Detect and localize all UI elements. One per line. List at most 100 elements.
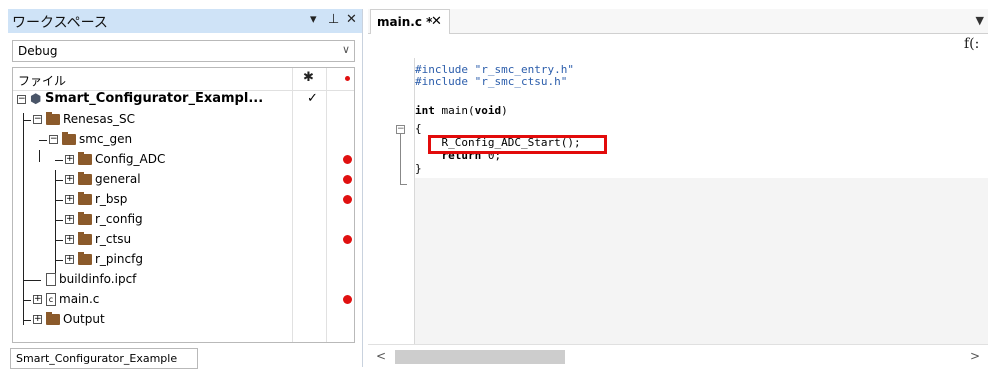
c-file-icon: c [46, 293, 56, 306]
gear-icon[interactable]: ✱ [303, 70, 314, 85]
scroll-left-icon[interactable]: < [376, 349, 386, 363]
editor-empty-area[interactable] [415, 178, 988, 358]
configuration-select[interactable]: Debug ∨ [12, 40, 355, 62]
expand-icon[interactable]: + [65, 175, 74, 184]
tree-row-main-c[interactable]: + c main.c [13, 290, 354, 310]
scroll-right-icon[interactable]: > [970, 349, 980, 363]
chevron-down-icon: ∨ [341, 43, 350, 56]
expand-icon[interactable]: + [33, 295, 42, 304]
workspace-bottom-tab[interactable]: Smart_Configurator_Example [10, 348, 198, 369]
file-icon [46, 273, 56, 286]
collapse-icon[interactable]: − [33, 115, 42, 124]
dropdown-arrow-icon[interactable]: ▼ [976, 14, 984, 27]
workspace-title-bar: ワークスペース ▾ ⊥ ✕ [8, 9, 362, 33]
project-icon: ⬢ [30, 92, 42, 107]
tree-line [55, 160, 63, 161]
workspace-pane: ワークスペース ▾ ⊥ ✕ Debug ∨ ファイル ✱ − ⬢ Smart_C… [8, 9, 363, 369]
tree-line [55, 200, 63, 201]
tree-line [23, 320, 31, 321]
code-line-4: int main(void) [415, 104, 508, 117]
code-line-2: #include "r_smc_ctsu.h" [415, 75, 568, 88]
status-dot-icon [343, 155, 352, 164]
tree-row-general[interactable]: + general [13, 170, 354, 190]
tree-label: r_config [95, 212, 143, 226]
tree-label: r_bsp [95, 192, 128, 206]
status-dot-icon [345, 76, 350, 81]
expand-icon[interactable]: + [65, 235, 74, 244]
configuration-value: Debug [18, 44, 58, 58]
dropdown-arrow-icon[interactable]: ▾ [310, 12, 317, 27]
tree-label: smc_gen [79, 132, 133, 146]
tree-line [55, 180, 63, 181]
folder-icon [78, 232, 92, 245]
tree-row-config-adc[interactable]: + Config_ADC [13, 150, 354, 170]
tree-row-output[interactable]: + Output [13, 310, 354, 330]
tab-label: main.c * [377, 15, 433, 29]
pin-icon[interactable]: ⊥ [328, 12, 339, 27]
fold-toggle-icon[interactable]: − [396, 125, 405, 134]
folder-icon [78, 172, 92, 185]
folder-icon [46, 112, 60, 125]
tree-row-project[interactable]: − ⬢ Smart_Configurator_Exampl... ✓ [13, 90, 354, 110]
file-tree: ファイル ✱ − ⬢ Smart_Configurator_Exampl... … [12, 67, 355, 343]
tree-row-renesas-sc[interactable]: − Renesas_SC [13, 110, 354, 130]
status-dot-icon [343, 175, 352, 184]
close-icon[interactable]: ✕ [346, 12, 357, 27]
tree-row-buildinfo[interactable]: buildinfo.ipcf [13, 270, 354, 290]
editor-gutter [368, 58, 415, 358]
tree-label: buildinfo.ipcf [59, 272, 137, 286]
check-icon: ✓ [307, 91, 318, 106]
bottom-tab-label: Smart_Configurator_Example [16, 352, 178, 365]
tree-line [39, 140, 47, 141]
tree-line [23, 120, 31, 121]
tab-main-c[interactable]: main.c * ✕ [370, 9, 450, 34]
code-line-8: } [415, 162, 422, 175]
tree-line [55, 240, 63, 241]
tree-label: r_pincfg [95, 252, 143, 266]
tree-label: Smart_Configurator_Exampl... [45, 91, 264, 106]
tree-header: ファイル ✱ [13, 68, 354, 91]
column-file: ファイル [18, 74, 67, 88]
code-editor[interactable]: #include "r_smc_entry.h" #include "r_smc… [415, 58, 988, 178]
tree-label: Config_ADC [95, 152, 166, 166]
function-list-icon[interactable]: f(: [964, 36, 979, 52]
folder-icon [78, 152, 92, 165]
tree-label: r_ctsu [95, 232, 132, 246]
tree-line [55, 220, 63, 221]
expand-icon[interactable]: + [33, 315, 42, 324]
collapse-icon[interactable]: − [17, 95, 26, 104]
tree-label: Output [63, 312, 105, 326]
folder-icon [46, 312, 60, 325]
collapse-icon[interactable]: − [49, 135, 58, 144]
tree-label: general [95, 172, 141, 186]
fold-line [400, 184, 407, 185]
workspace-title: ワークスペース [12, 15, 108, 31]
status-dot-icon [343, 235, 352, 244]
editor-tab-bar: main.c * ✕ ▼ [368, 9, 988, 34]
highlight-box [428, 135, 607, 154]
tree-label: main.c [59, 292, 100, 306]
tree-line [23, 280, 41, 281]
folder-icon [62, 132, 76, 145]
horizontal-scrollbar[interactable]: < > [368, 344, 988, 368]
folder-icon [78, 192, 92, 205]
expand-icon[interactable]: + [65, 195, 74, 204]
expand-icon[interactable]: + [65, 255, 74, 264]
status-dot-icon [343, 295, 352, 304]
tree-row-r-config[interactable]: + r_config [13, 210, 354, 230]
tree-label: Renesas_SC [63, 112, 136, 126]
code-line-5: { [415, 122, 422, 135]
fold-line [400, 134, 401, 184]
tree-line [55, 260, 63, 261]
tree-row-r-pincfg[interactable]: + r_pincfg [13, 250, 354, 270]
tree-row-smc-gen[interactable]: − smc_gen [13, 130, 354, 150]
tree-line [23, 300, 31, 301]
status-dot-icon [343, 195, 352, 204]
folder-icon [78, 212, 92, 225]
tree-row-r-bsp[interactable]: + r_bsp [13, 190, 354, 210]
scroll-thumb[interactable] [395, 350, 565, 364]
expand-icon[interactable]: + [65, 215, 74, 224]
tree-row-r-ctsu[interactable]: + r_ctsu [13, 230, 354, 250]
close-icon[interactable]: ✕ [431, 14, 442, 29]
expand-icon[interactable]: + [65, 155, 74, 164]
